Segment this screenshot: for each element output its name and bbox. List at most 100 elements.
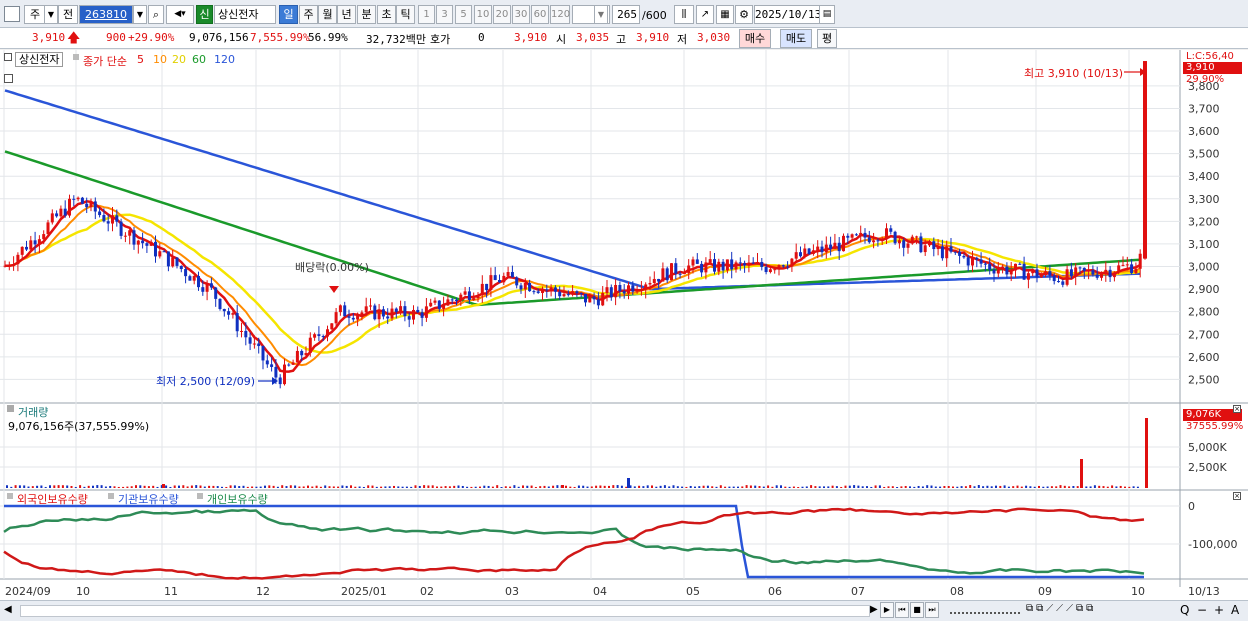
candle-body	[192, 275, 196, 281]
volume-bar	[208, 485, 211, 488]
candle-body	[360, 312, 364, 315]
zoom-out-icon[interactable]: −	[1197, 603, 1207, 617]
draw-tool-icon[interactable]: ↗	[696, 5, 714, 24]
candle-body	[962, 255, 966, 258]
candle-body	[910, 236, 914, 244]
price-chart-svg[interactable]: 3,8003,7003,6003,5003,4003,3003,2003,100…	[0, 50, 1248, 600]
interval-button-0[interactable]: 1	[418, 5, 435, 24]
candle-body	[842, 235, 845, 252]
chart-area[interactable]: 3,800 3,700 3,600 3,500 3,400 3,300 3,200 3,100…	[0, 50, 1248, 600]
period-tab-0[interactable]: 일	[279, 5, 298, 24]
eval-button[interactable]: 평	[817, 29, 837, 48]
period-tab-2[interactable]: 월	[318, 5, 337, 24]
volume-bar	[1132, 486, 1135, 488]
ma5-legend[interactable]: 5	[137, 53, 144, 66]
auto-scale-icon[interactable]: A	[1231, 603, 1239, 617]
interval-button-1[interactable]: 3	[436, 5, 453, 24]
scroll-right-icon[interactable]: ▶	[870, 604, 878, 615]
sell-button[interactable]: 매도	[780, 29, 812, 48]
volume-bar	[337, 486, 340, 488]
volume-bar	[1063, 485, 1066, 488]
scroll-left-icon[interactable]: ◀	[4, 604, 12, 615]
interval-dropdown-icon[interactable]: ▼	[594, 5, 608, 24]
period-tab-1[interactable]: 주	[299, 5, 318, 24]
candle-body	[356, 314, 360, 320]
volume-bar	[302, 486, 305, 488]
date-field[interactable]: 2025/10/13	[754, 5, 821, 24]
candle-body	[575, 291, 579, 294]
interval-button-6[interactable]: 60	[531, 5, 549, 24]
volume-bar	[797, 486, 800, 488]
candle-body	[37, 239, 41, 245]
candle-body	[308, 337, 312, 354]
horizontal-scrollbar[interactable]	[20, 605, 870, 617]
stop-button[interactable]: ■	[910, 602, 924, 618]
settings-gear-icon[interactable]: ⚙	[735, 5, 753, 24]
volume-bar	[891, 486, 894, 488]
period-tab-4[interactable]: 분	[357, 5, 376, 24]
candle-body	[1018, 263, 1022, 265]
ma20-legend[interactable]: 20	[172, 53, 186, 66]
interval-button-7[interactable]: 120	[550, 5, 570, 24]
zoom-in-icon[interactable]: +	[1214, 603, 1224, 617]
foreign-holdings-legend[interactable]: 외국인보유수량	[17, 491, 88, 507]
buy-button[interactable]: 매수	[739, 29, 771, 48]
holdings-close-icon[interactable]: ×	[1233, 492, 1241, 500]
volume-bar	[70, 485, 73, 488]
play-button[interactable]: ▶	[880, 602, 894, 618]
ma120-legend[interactable]: 120	[214, 53, 235, 66]
volume-bar	[178, 485, 180, 488]
tool-icons[interactable]: ⧉⧉⟋⟋⟋⧉⧉	[1026, 603, 1096, 614]
prev-button[interactable]: 전	[58, 5, 78, 24]
candle-type-icon[interactable]: ⫼	[674, 5, 694, 24]
volume-bar	[393, 485, 395, 488]
count-input[interactable]: 265	[612, 5, 640, 24]
volume-close-icon[interactable]: ×	[1233, 405, 1241, 413]
candle-body	[403, 306, 407, 317]
individual-holdings-legend[interactable]: 개인보유수량	[207, 491, 268, 507]
table-toggle-icon[interactable]	[4, 74, 13, 83]
price-tick-label: 2,600	[1188, 351, 1220, 364]
rewind-button[interactable]: ⏮	[895, 602, 909, 618]
candle-body	[635, 290, 639, 292]
interval-button-3[interactable]: 10	[474, 5, 492, 24]
interval-button-2[interactable]: 5	[455, 5, 472, 24]
volume-bar	[913, 486, 916, 488]
grid-icon[interactable]: ▦	[716, 5, 734, 24]
volume-bar	[861, 486, 864, 488]
market-select[interactable]: 주	[24, 5, 46, 24]
candle-body	[12, 264, 16, 266]
speaker-icon[interactable]: ◀▾	[166, 5, 194, 24]
period-tab-5[interactable]: 초	[377, 5, 396, 24]
volume-bar	[448, 486, 451, 488]
stock-name-field[interactable]: 상신전자	[214, 5, 276, 24]
volume-bar	[100, 485, 103, 488]
institution-holdings-legend[interactable]: 기관보유수량	[118, 491, 179, 507]
code-input[interactable]: 263810	[79, 5, 133, 24]
panel-toggle-icon[interactable]	[4, 53, 12, 61]
candle-body	[979, 259, 983, 264]
search-icon[interactable]: ⌕	[148, 5, 164, 24]
candle-body	[261, 346, 265, 361]
volume-bar	[620, 485, 623, 488]
market-dropdown-icon[interactable]: ▼	[44, 5, 58, 24]
interval-button-5[interactable]: 30	[512, 5, 530, 24]
zoom-search-icon[interactable]: Q	[1180, 603, 1189, 617]
period-tab-3[interactable]: 년	[337, 5, 356, 24]
x-axis-label: 2024/09	[5, 585, 51, 598]
ma10-legend[interactable]: 10	[153, 53, 167, 66]
volume-bar	[1111, 485, 1114, 488]
volume-bar	[173, 485, 176, 488]
calendar-icon[interactable]: ▤	[819, 5, 835, 24]
volume-bar	[522, 485, 524, 488]
interval-button-4[interactable]: 20	[493, 5, 511, 24]
period-tab-6[interactable]: 틱	[396, 5, 415, 24]
candle-body	[20, 246, 24, 255]
ma60-legend[interactable]: 60	[192, 53, 206, 66]
window-icon[interactable]	[4, 6, 20, 22]
code-dropdown-icon[interactable]: ▼	[133, 5, 147, 24]
forward-button[interactable]: ⏭	[925, 602, 939, 618]
holdings-tick-label: -100,000	[1188, 538, 1237, 551]
candle-body	[1044, 271, 1048, 275]
zoom-slider[interactable]	[950, 606, 1020, 614]
